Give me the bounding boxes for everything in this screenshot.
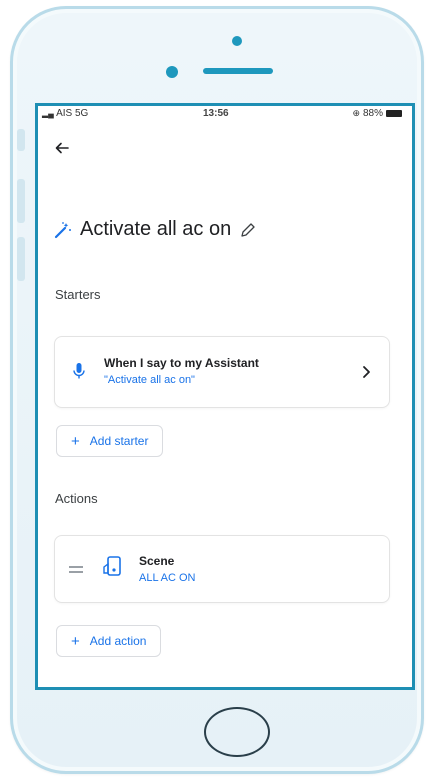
starter-subtitle: "Activate all ac on" [104,374,195,386]
add-starter-label: Add starter [89,434,149,448]
edit-pencil-icon[interactable] [239,221,257,239]
add-action-label: Add action [89,634,147,648]
proximity-sensor [232,36,242,46]
drag-handle-icon[interactable] [69,566,83,568]
drag-handle-line [69,571,83,573]
actions-heading: Actions [55,491,98,506]
back-button[interactable] [50,136,74,160]
microphone-icon [73,363,85,379]
starter-title: When I say to my Assistant [104,356,259,370]
add-starter-button[interactable]: + Add starter [56,425,164,457]
battery-icon [386,110,402,117]
volume-up-button [17,179,25,223]
carrier-label: AIS 5G [56,108,89,119]
chevron-right-icon [363,366,370,378]
status-bar: ▂▄ AIS 5G 13:56 ⊕ 88% [38,106,412,122]
add-action-button[interactable]: + Add action [56,625,162,657]
action-subtitle: ALL AC ON [139,572,196,584]
routine-title-row: Activate all ac on [54,218,257,241]
starters-heading: Starters [55,287,101,302]
front-camera [166,66,178,78]
action-title: Scene [139,554,175,568]
phone-screen: ▂▄ AIS 5G 13:56 ⊕ 88% Activate all ac on… [35,103,415,690]
plus-icon: + [71,632,80,650]
plus-icon: + [71,432,80,450]
routine-title: Activate all ac on [80,218,232,240]
alarm-icon: ⊕ [352,108,360,118]
starter-card[interactable]: When I say to my Assistant "Activate all… [54,336,390,408]
magic-wand-icon [54,221,71,238]
signal-icon: ▂▄ [42,109,54,118]
volume-down-button [17,237,25,281]
battery-status: ⊕ 88% [352,108,402,119]
status-time: 13:56 [203,108,229,119]
home-button[interactable] [204,707,270,757]
arrow-back-icon [55,142,69,154]
earpiece-speaker [203,68,273,74]
carrier-signal: ▂▄ AIS 5G [42,108,88,119]
battery-percent: 88% [362,108,383,119]
mute-switch [17,129,25,151]
scene-icon [103,556,121,576]
action-card[interactable]: Scene ALL AC ON [54,535,390,603]
